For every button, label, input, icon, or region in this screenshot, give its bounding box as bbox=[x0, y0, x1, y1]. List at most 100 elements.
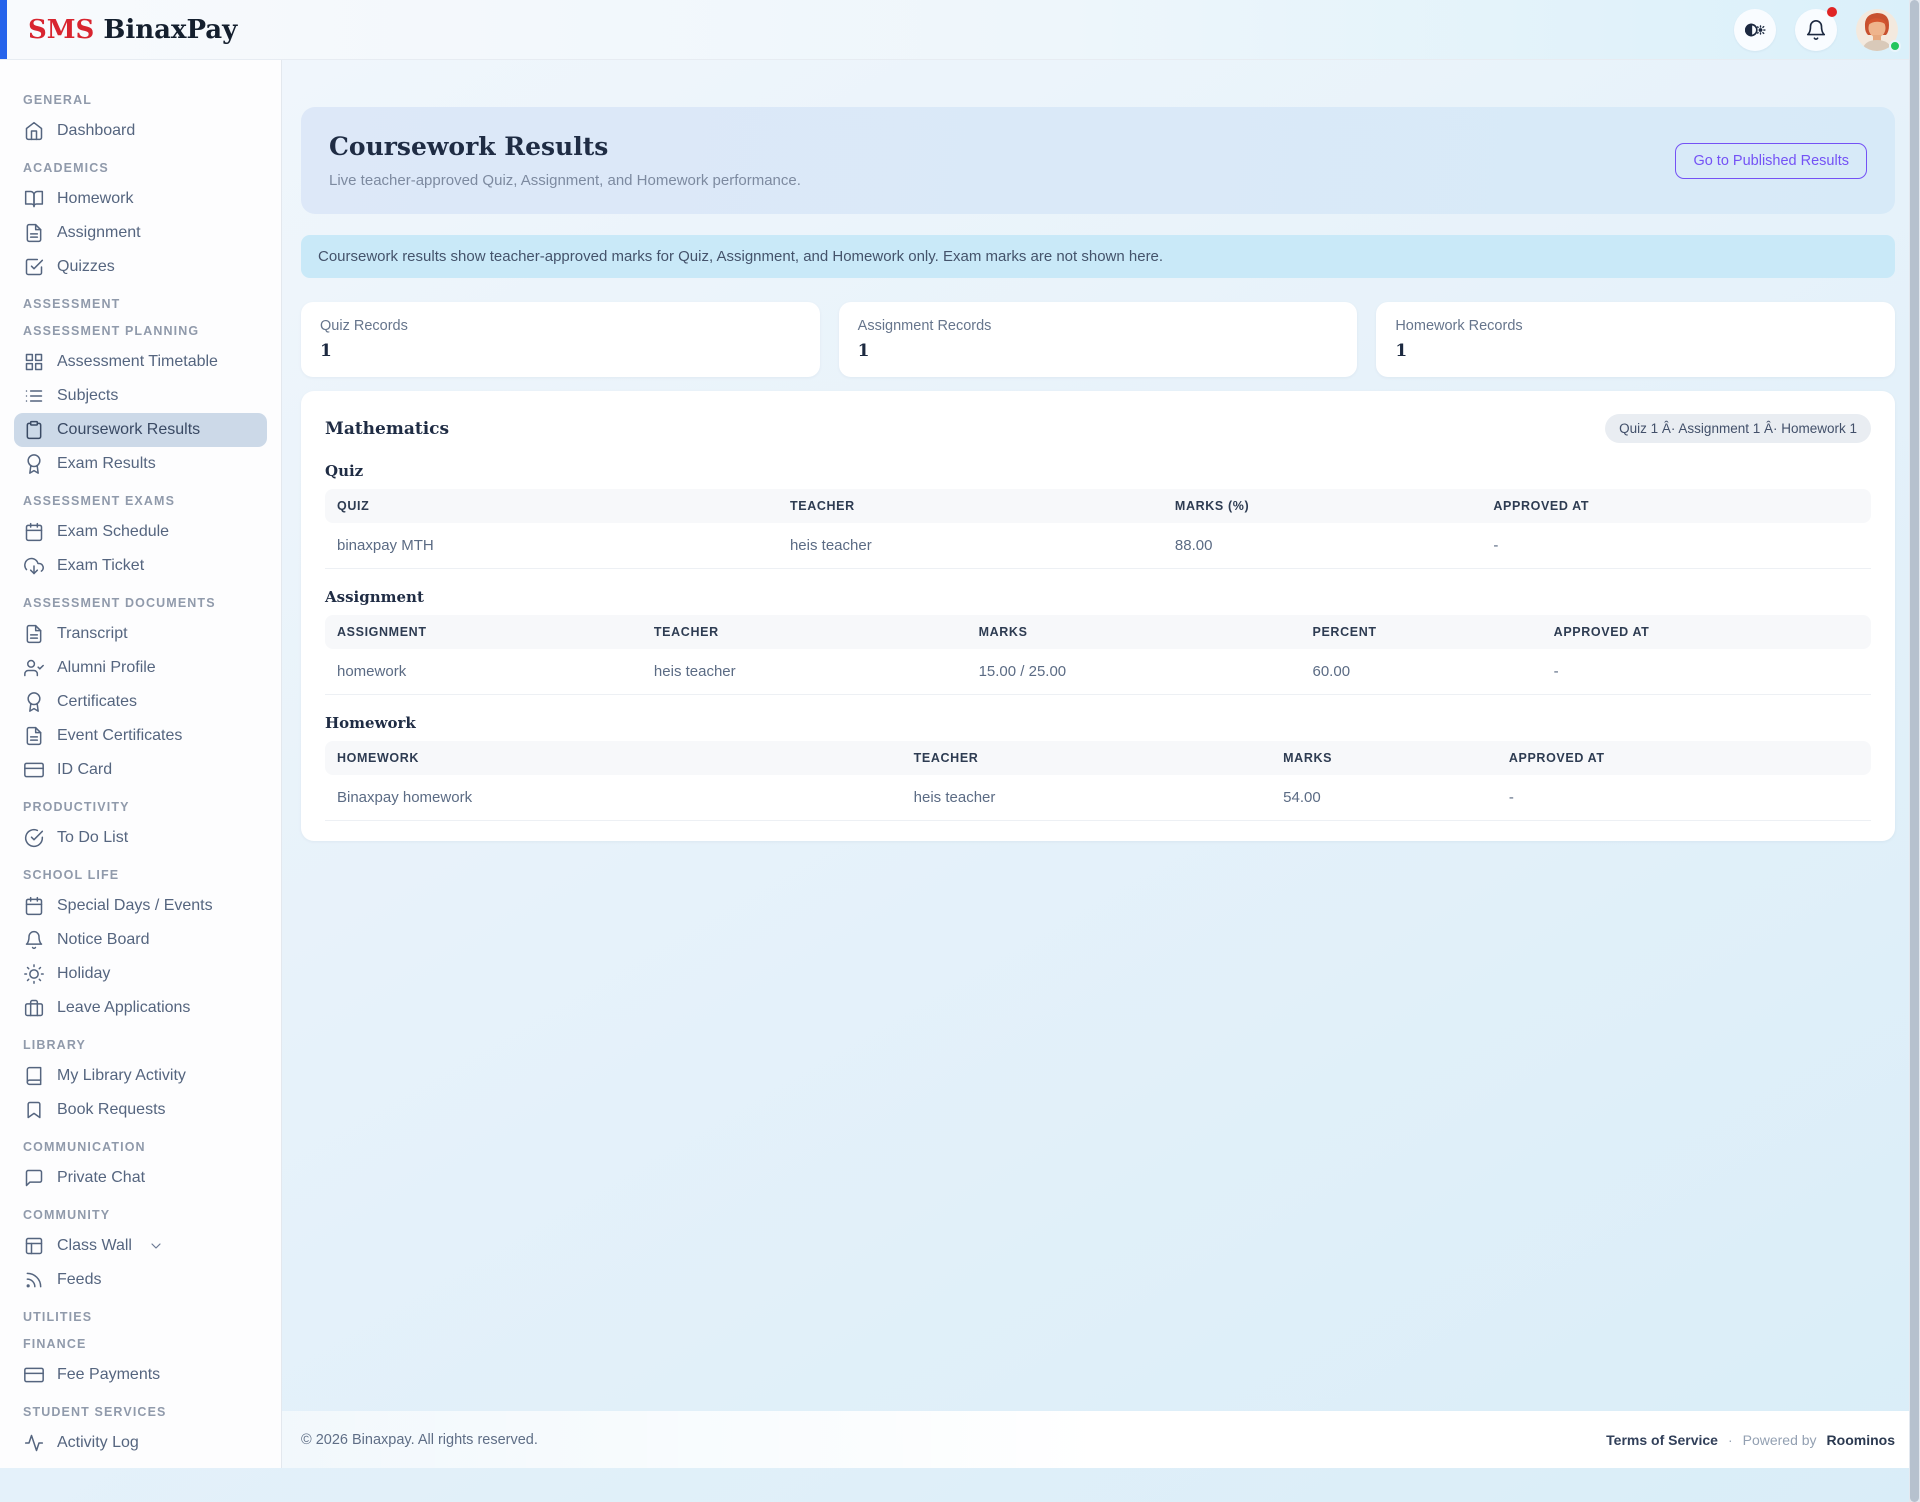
logo-sms-text: SMS bbox=[28, 15, 94, 45]
logo-brand-text: BinaxPay bbox=[103, 15, 237, 45]
brand-logo[interactable]: SMS BinaxPay bbox=[28, 17, 237, 43]
sidebar-section-assessment: ASSESSMENT bbox=[23, 297, 258, 311]
table-cell: - bbox=[1497, 775, 1871, 821]
table-cell: 15.00 / 25.00 bbox=[967, 649, 1301, 695]
table-header-row: HOMEWORKTEACHERMARKSAPPROVED AT bbox=[325, 741, 1871, 775]
sidebar-section-library: LIBRARY bbox=[23, 1038, 258, 1052]
table-cell: Binaxpay homework bbox=[325, 775, 902, 821]
layout-icon bbox=[24, 1236, 44, 1256]
subject-counts-badge: Quiz 1 Â· Assignment 1 Â· Homework 1 bbox=[1605, 414, 1871, 443]
column-header: MARKS bbox=[1271, 741, 1497, 775]
sidebar-item-transcript[interactable]: Transcript bbox=[14, 617, 267, 651]
sidebar-nav: GENERALDashboardACADEMICSHomeworkAssignm… bbox=[0, 60, 282, 1468]
list-icon bbox=[24, 386, 44, 406]
page-scrollbar bbox=[1909, 0, 1920, 1502]
table-row: binaxpay MTHheis teacher88.00- bbox=[325, 523, 1871, 569]
sidebar-item-homework[interactable]: Homework bbox=[14, 182, 267, 216]
sun-icon bbox=[24, 964, 44, 984]
sidebar-item-label: Homework bbox=[57, 190, 133, 208]
credit-card-icon bbox=[24, 760, 44, 780]
sidebar-item-label: Quizzes bbox=[57, 258, 115, 276]
user-avatar[interactable] bbox=[1856, 9, 1898, 51]
quiz-table: QUIZTEACHERMARKS (%)APPROVED ATbinaxpay … bbox=[325, 489, 1871, 569]
sidebar-item-private-chat[interactable]: Private Chat bbox=[14, 1161, 267, 1195]
sidebar-item-feeds[interactable]: Feeds bbox=[14, 1263, 267, 1297]
page-header-text: Coursework Results Live teacher-approved… bbox=[329, 132, 801, 189]
sidebar-item-assignment[interactable]: Assignment bbox=[14, 216, 267, 250]
column-header: APPROVED AT bbox=[1542, 615, 1871, 649]
page-subtitle: Live teacher-approved Quiz, Assignment, … bbox=[329, 172, 801, 189]
table-section-title: Quiz bbox=[325, 462, 1871, 480]
column-header: QUIZ bbox=[325, 489, 778, 523]
table-section-title: Homework bbox=[325, 714, 1871, 732]
check-square-icon bbox=[24, 257, 44, 277]
sidebar-section-finance: FINANCE bbox=[23, 1337, 258, 1351]
page-header-card: Coursework Results Live teacher-approved… bbox=[301, 107, 1895, 214]
table-header-row: QUIZTEACHERMARKS (%)APPROVED AT bbox=[325, 489, 1871, 523]
sidebar-item-my-library-activity[interactable]: My Library Activity bbox=[14, 1059, 267, 1093]
sidebar-item-notice-board[interactable]: Notice Board bbox=[14, 923, 267, 957]
user-check-icon bbox=[24, 658, 44, 678]
sidebar-item-dashboard[interactable]: Dashboard bbox=[14, 114, 267, 148]
go-to-published-results-button[interactable]: Go to Published Results bbox=[1675, 143, 1867, 179]
app-header: SMS BinaxPay bbox=[0, 0, 1920, 60]
sidebar-item-class-wall[interactable]: Class Wall bbox=[14, 1229, 267, 1263]
file-text-icon bbox=[24, 223, 44, 243]
award-icon bbox=[24, 454, 44, 474]
bell-icon bbox=[1805, 19, 1827, 41]
message-icon bbox=[24, 1168, 44, 1188]
table-cell: homework bbox=[325, 649, 642, 695]
sidebar-item-certificates[interactable]: Certificates bbox=[14, 685, 267, 719]
sidebar-item-exam-ticket[interactable]: Exam Ticket bbox=[14, 549, 267, 583]
sidebar-item-coursework-results[interactable]: Coursework Results bbox=[14, 413, 267, 447]
terms-of-service-link[interactable]: Terms of Service bbox=[1606, 1432, 1718, 1448]
page-title: Coursework Results bbox=[329, 132, 801, 161]
column-header: TEACHER bbox=[778, 489, 1163, 523]
grid-icon bbox=[24, 352, 44, 372]
subject-card-header: Mathematics Quiz 1 Â· Assignment 1 Â· Ho… bbox=[325, 414, 1871, 443]
theme-toggle-button[interactable] bbox=[1734, 9, 1776, 51]
sidebar-item-activity-log[interactable]: Activity Log bbox=[14, 1426, 267, 1460]
activity-icon bbox=[24, 1433, 44, 1453]
table-row: Binaxpay homeworkheis teacher54.00- bbox=[325, 775, 1871, 821]
sidebar-item-label: Leave Applications bbox=[57, 999, 190, 1017]
column-header: MARKS bbox=[967, 615, 1301, 649]
powered-by-brand-link[interactable]: Roominos bbox=[1827, 1432, 1895, 1448]
calendar-icon bbox=[24, 896, 44, 916]
footer: © 2026 Binaxpay. All rights reserved. Te… bbox=[282, 1411, 1920, 1468]
assignment-table: ASSIGNMENTTEACHERMARKSPERCENTAPPROVED AT… bbox=[325, 615, 1871, 695]
clipboard-icon bbox=[24, 420, 44, 440]
sidebar-item-id-card[interactable]: ID Card bbox=[14, 753, 267, 787]
sidebar-item-special-days-events[interactable]: Special Days / Events bbox=[14, 889, 267, 923]
sidebar-item-book-requests[interactable]: Book Requests bbox=[14, 1093, 267, 1127]
calendar-icon bbox=[24, 522, 44, 542]
sidebar-item-label: Coursework Results bbox=[57, 421, 200, 439]
table-row: homeworkheis teacher15.00 / 25.0060.00- bbox=[325, 649, 1871, 695]
sidebar-item-holiday[interactable]: Holiday bbox=[14, 957, 267, 991]
sidebar-section-assessment-exams: ASSESSMENT EXAMS bbox=[23, 494, 258, 508]
sidebar-section-academics: ACADEMICS bbox=[23, 161, 258, 175]
sidebar-item-assessment-timetable[interactable]: Assessment Timetable bbox=[14, 345, 267, 379]
sidebar-item-label: Transcript bbox=[57, 625, 128, 643]
sidebar-item-label: Exam Ticket bbox=[57, 557, 144, 575]
scrollbar-thumb[interactable] bbox=[1910, 0, 1919, 1502]
column-header: PERCENT bbox=[1301, 615, 1542, 649]
sidebar-item-subjects[interactable]: Subjects bbox=[14, 379, 267, 413]
sidebar-item-label: Certificates bbox=[57, 693, 137, 711]
sidebar-item-feedbacks[interactable]: Feedbacks bbox=[14, 1460, 267, 1468]
sidebar-item-exam-results[interactable]: Exam Results bbox=[14, 447, 267, 481]
table-section-title: Assignment bbox=[325, 588, 1871, 606]
table-cell: 88.00 bbox=[1163, 523, 1481, 569]
sidebar-item-label: Dashboard bbox=[57, 122, 135, 140]
sidebar-item-leave-applications[interactable]: Leave Applications bbox=[14, 991, 267, 1025]
sidebar-item-exam-schedule[interactable]: Exam Schedule bbox=[14, 515, 267, 549]
sidebar-item-event-certificates[interactable]: Event Certificates bbox=[14, 719, 267, 753]
sidebar-item-label: Holiday bbox=[57, 965, 110, 983]
sidebar-item-quizzes[interactable]: Quizzes bbox=[14, 250, 267, 284]
table-section-assignment: Assignment ASSIGNMENTTEACHERMARKSPERCENTA… bbox=[325, 588, 1871, 695]
sidebar-item-alumni-profile[interactable]: Alumni Profile bbox=[14, 651, 267, 685]
table-cell: - bbox=[1481, 523, 1871, 569]
sidebar-item-to-do-list[interactable]: To Do List bbox=[14, 821, 267, 855]
sidebar-item-fee-payments[interactable]: Fee Payments bbox=[14, 1358, 267, 1392]
notifications-button[interactable] bbox=[1795, 9, 1837, 51]
